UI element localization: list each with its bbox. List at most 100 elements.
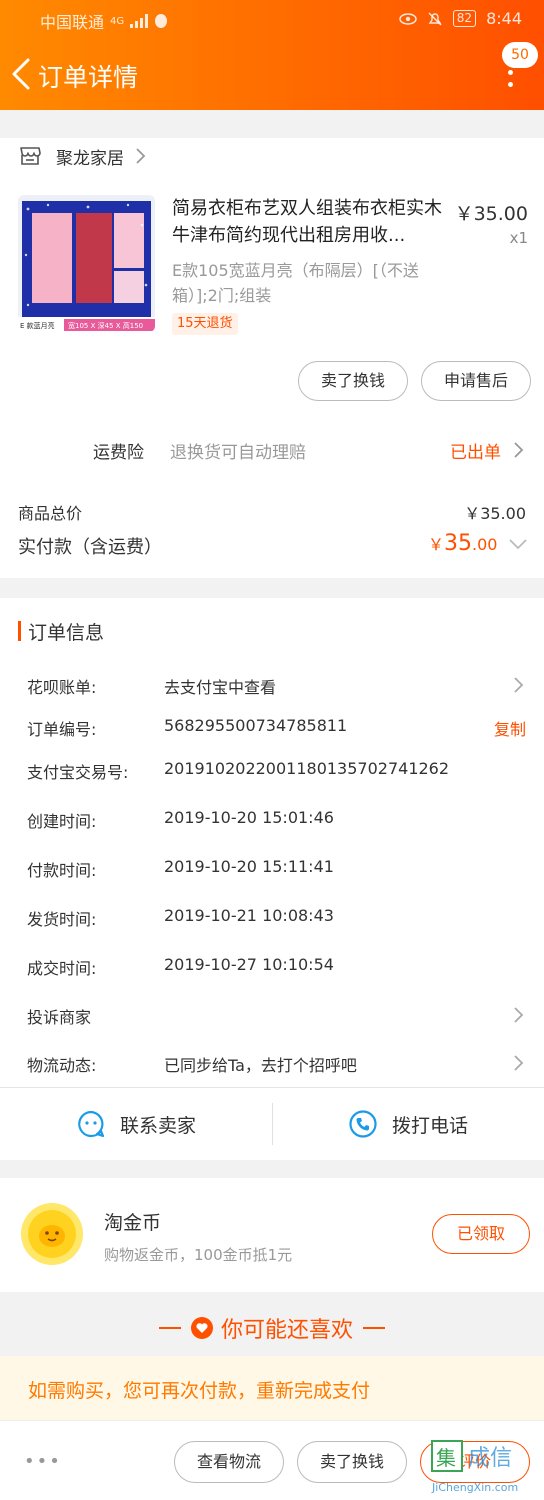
recommend-section: 你可能还喜欢 <box>0 1292 544 1356</box>
info-row-huabei[interactable]: 花呗账单: 去支付宝中查看 <box>0 670 544 700</box>
header: 中国联通 4G 82 8:44 订单详情 50 <box>0 0 544 110</box>
section-accent-bar <box>18 621 21 641</box>
info-value: 2019-10-20 15:11:41 <box>164 857 334 876</box>
info-label: 物流动态: <box>27 1056 97 1075</box>
chevron-right-icon <box>514 677 524 693</box>
info-label: 发货时间: <box>27 910 97 929</box>
info-row-alipay-trade: 支付宝交易号: 2019102022001180135702741262 <box>0 755 544 785</box>
coins-claimed-button[interactable]: 已领取 <box>432 1214 530 1254</box>
goods-total-value: ￥35.00 <box>464 504 526 523</box>
clock: 8:44 <box>486 9 522 28</box>
paid-amount-label: 实付款（含运费） <box>18 537 162 558</box>
coins-title: 淘金币 <box>104 1212 162 1234</box>
info-label: 投诉商家 <box>27 1008 92 1027</box>
decorative-line <box>158 1327 181 1329</box>
recommend-title: 你可能还喜欢 <box>220 1318 353 1343</box>
watermark-text: JiChengXin.com <box>431 1481 518 1494</box>
contact-seller-button[interactable]: 联系卖家 <box>0 1088 272 1160</box>
product-quantity: x1 <box>509 229 528 247</box>
order-info-card: 订单信息 花呗账单: 去支付宝中查看 订单编号: 568295500734785… <box>0 598 544 1160</box>
shop-row[interactable]: 聚龙家居 <box>18 138 146 174</box>
watermark-logo: 集 成信 JiChengXin.com <box>431 1440 518 1494</box>
shipping-insurance-label: 运费险 <box>93 443 144 463</box>
info-value: 2019102022001180135702741262 <box>164 759 450 778</box>
info-value: 已同步给Ta，去打个招呼吧 <box>164 1056 357 1075</box>
contact-seller-label: 联系卖家 <box>119 1114 196 1137</box>
decorative-line <box>363 1327 385 1329</box>
product-price: ￥35.00 <box>454 203 528 225</box>
info-value: 2019-10-21 10:08:43 <box>164 906 334 925</box>
info-row-shipped: 发货时间: 2019-10-21 10:08:43 <box>0 902 544 932</box>
product-title[interactable]: 简易衣柜布艺双人组装布衣柜实木牛津布简约现代出租房用收... <box>172 195 452 249</box>
paid-amount-value[interactable]: ￥35.00 <box>428 531 497 556</box>
qq-icon <box>155 14 168 28</box>
heart-icon <box>190 1317 213 1339</box>
sell-exchange-button[interactable]: 卖了换钱 <box>297 1441 407 1483</box>
svg-text:成信: 成信 <box>468 1446 512 1471</box>
info-value: 2019-10-20 15:01:46 <box>164 808 334 827</box>
info-row-logistics[interactable]: 物流动态: 已同步给Ta，去打个招呼吧 <box>0 1048 544 1078</box>
chevron-right-icon <box>136 148 146 164</box>
more-horizontal-icon[interactable]: ••• <box>24 1453 62 1471</box>
mute-bell-icon <box>428 12 442 25</box>
sell-exchange-button[interactable]: 卖了换钱 <box>298 361 408 401</box>
chevron-right-icon <box>514 1055 524 1071</box>
message-count-badge[interactable]: 50 <box>502 42 538 68</box>
coins-description: 购物返金币，100金币抵1元 <box>104 1246 293 1264</box>
after-sale-button[interactable]: 申请售后 <box>421 361 531 401</box>
signal-bars-icon <box>130 14 149 28</box>
shop-icon <box>20 147 41 165</box>
phone-icon <box>349 1110 377 1138</box>
return-policy-tag: 15天退货 <box>172 313 238 335</box>
paid-currency: ￥ <box>428 535 445 554</box>
signal-icon: 4G <box>110 15 125 27</box>
info-row-completed: 成交时间: 2019-10-27 10:10:54 <box>0 951 544 981</box>
call-phone-button[interactable]: 拨打电话 <box>272 1088 544 1160</box>
info-value: 2019-10-27 10:10:54 <box>164 955 334 974</box>
goods-total-label: 商品总价 <box>18 504 83 523</box>
order-product-card: 聚龙家居 E 款蓝月亮 宽105 X 深45 X 高150 简易衣柜布艺双人组装… <box>0 138 544 578</box>
page-title: 订单详情 <box>38 63 139 92</box>
svg-text:E 款蓝月亮: E 款蓝月亮 <box>20 321 55 330</box>
info-row-created: 创建时间: 2019-10-20 15:01:46 <box>0 804 544 834</box>
info-value: 去支付宝中查看 <box>164 678 277 697</box>
copy-button[interactable]: 复制 <box>494 716 526 740</box>
paid-decimal: .00 <box>472 535 498 554</box>
info-row-order-number: 订单编号: 568295500734785811 复制 <box>0 712 544 742</box>
info-value: 568295500734785811 <box>164 716 348 735</box>
svg-text:宽105 X 深45 X 高150: 宽105 X 深45 X 高150 <box>68 321 143 330</box>
gold-coin-icon <box>21 1203 83 1265</box>
paid-integer: 35 <box>444 531 473 556</box>
call-phone-label: 拨打电话 <box>391 1114 468 1137</box>
bottom-action-bar: ••• 查看物流 卖了换钱 评价 集 成信 JiChengXin.com <box>0 1420 544 1500</box>
taobao-coins-card: 淘金币 购物返金币，100金币抵1元 已领取 <box>0 1178 544 1292</box>
chevron-down-icon[interactable] <box>508 538 528 550</box>
navbar: 订单详情 <box>0 46 544 102</box>
status-bar: 中国联通 4G 82 8:44 <box>0 0 544 38</box>
battery-indicator: 82 <box>452 10 477 27</box>
shipping-insurance-status[interactable]: 已出单 <box>450 438 501 463</box>
order-info-title: 订单信息 <box>28 622 105 644</box>
info-label: 花呗账单: <box>27 678 97 697</box>
shipping-insurance-description: 退换货可自动理赔 <box>170 443 306 463</box>
info-row-complain[interactable]: 投诉商家 <box>0 1000 544 1030</box>
product-sku: E款105宽蓝月亮（布隔层）[（不送箱）];2门;组装 <box>172 261 419 305</box>
info-label: 成交时间: <box>27 959 97 978</box>
svg-text:集: 集 <box>436 1446 456 1470</box>
view-logistics-button[interactable]: 查看物流 <box>174 1441 284 1483</box>
eye-icon <box>399 12 417 25</box>
info-label: 支付宝交易号: <box>27 763 129 782</box>
info-row-paid: 付款时间: 2019-10-20 15:11:41 <box>0 853 544 883</box>
repay-notice-text: 如需购买，您可再次付款，重新完成支付 <box>28 1380 371 1402</box>
info-label: 付款时间: <box>27 861 97 880</box>
repay-notice[interactable]: 如需购买，您可再次付款，重新完成支付 <box>0 1356 544 1420</box>
carrier-label: 中国联通 <box>40 13 105 32</box>
info-label: 订单编号: <box>27 720 97 739</box>
product-image[interactable]: E 款蓝月亮 宽105 X 深45 X 高150 <box>18 195 155 332</box>
info-label: 创建时间: <box>27 812 97 831</box>
shop-name[interactable]: 聚龙家居 <box>56 144 124 169</box>
chevron-right-icon <box>514 1007 524 1023</box>
chat-bubble-icon <box>78 1110 105 1138</box>
chevron-left-icon[interactable] <box>8 56 38 92</box>
chevron-right-icon[interactable] <box>512 441 524 459</box>
